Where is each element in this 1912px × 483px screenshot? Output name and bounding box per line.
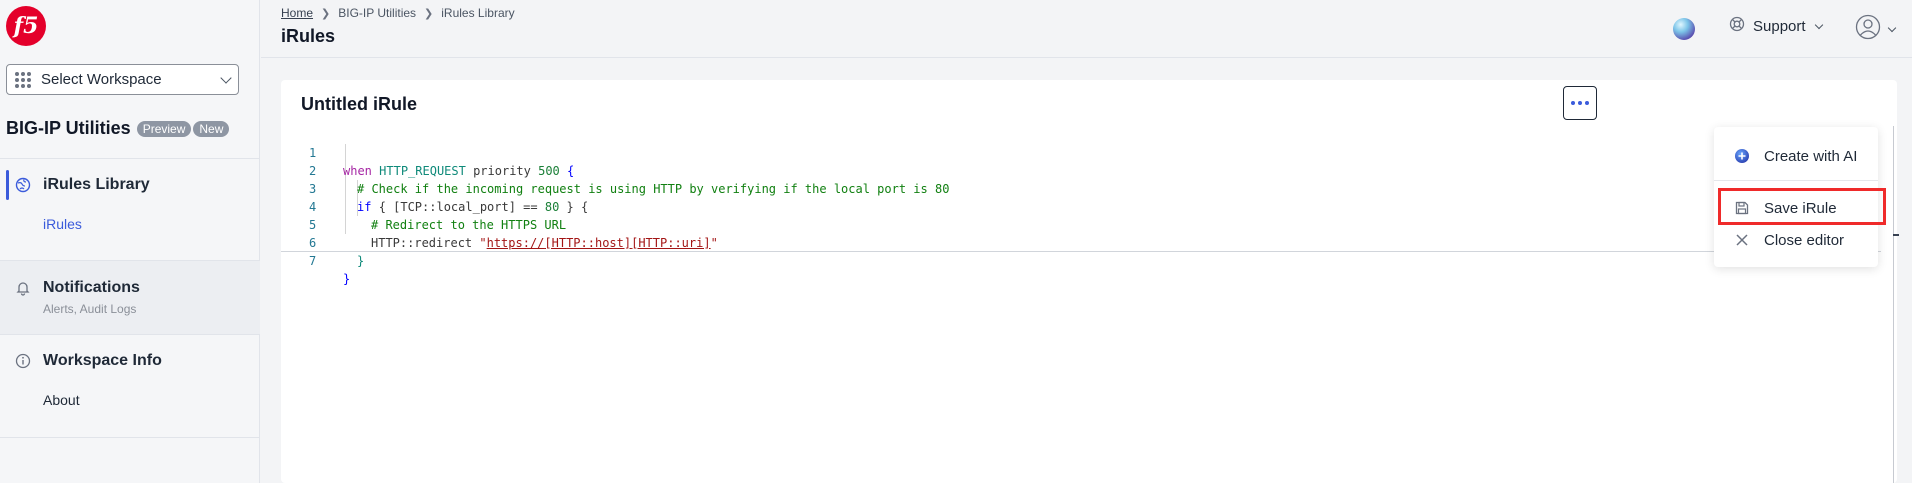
ai-assistant-orb-icon[interactable] (1673, 18, 1695, 40)
menu-item-label: Create with AI (1764, 147, 1858, 165)
menu-item-create-with-ai[interactable]: Create with AI (1714, 141, 1878, 171)
workspace-select-value: Select Workspace (41, 71, 162, 88)
sidebar-subitem-about[interactable]: About (43, 392, 80, 408)
chevron-right-icon: ❯ (321, 7, 331, 20)
ellipsis-dot (1571, 101, 1575, 105)
breadcrumb-item: iRules Library (441, 6, 515, 20)
more-actions-menu: Create with AI Save iRule Close editor (1714, 127, 1878, 267)
sidebar-divider (0, 158, 260, 159)
sidebar-subitem-irules[interactable]: iRules (43, 216, 82, 232)
sidebar-item-label: iRules Library (43, 176, 150, 193)
irule-title: Untitled iRule (301, 94, 417, 114)
notifications-description: Alerts, Audit Logs (43, 302, 137, 316)
code-token: } (343, 272, 351, 286)
user-avatar-icon (1855, 14, 1881, 45)
sidebar-item-workspace-info[interactable]: Workspace Info (15, 352, 162, 370)
preview-badge: Preview (136, 120, 192, 137)
ellipsis-dot (1578, 101, 1582, 105)
workspace-select[interactable]: Select Workspace (6, 64, 239, 95)
code-line: 5 HTTP::redirect "https://[HTTP::host][H… (281, 198, 1881, 250)
code-line: 1 when HTTP_REQUEST priority 500 { (281, 126, 1881, 178)
menu-item-save-irule[interactable]: Save iRule (1714, 193, 1878, 223)
new-badge: New (193, 120, 230, 137)
app-title-text: BIG-IP Utilities (6, 118, 131, 138)
page-title: iRules (281, 26, 336, 46)
line-number: 7 (309, 254, 317, 268)
sidebar-item-irules-library[interactable]: iRules Library (15, 176, 150, 194)
code-editor[interactable]: 1 when HTTP_REQUEST priority 500 { 2 # C… (281, 126, 1881, 286)
menu-item-close-editor[interactable]: Close editor (1714, 225, 1878, 255)
editor-scrollbar-track[interactable] (1893, 126, 1894, 483)
chevron-down-icon (1814, 20, 1823, 29)
breadcrumb-home[interactable]: Home (281, 6, 313, 20)
sidebar-item-label: Notifications (43, 279, 140, 296)
menu-item-label: Close editor (1764, 231, 1845, 249)
menu-divider (1714, 180, 1878, 181)
editor-scroll-marker (1893, 234, 1899, 236)
lifebuoy-icon (1729, 16, 1745, 37)
code-line: 3 if { [TCP::local_port] == 80 } { (281, 162, 1881, 214)
f5-logo[interactable]: f5 (6, 6, 46, 46)
grid-icon (15, 71, 31, 88)
top-header: Home ❯ BIG-IP Utilities ❯ iRules Library… (261, 0, 1912, 58)
notifications-section (0, 261, 260, 334)
code-line: 2 # Check if the incoming request is usi… (281, 144, 1881, 196)
sidebar-divider (0, 437, 260, 438)
support-label: Support (1753, 18, 1806, 35)
chevron-down-icon (220, 71, 232, 84)
breadcrumb-item: BIG-IP Utilities (338, 6, 417, 20)
user-menu-button[interactable] (1855, 14, 1897, 45)
code-token: } (357, 254, 365, 268)
sidebar: f5 Select Workspace BIG-IP Utilities Pre… (0, 0, 260, 483)
chevron-right-icon: ❯ (424, 7, 434, 20)
breadcrumb: Home ❯ BIG-IP Utilities ❯ iRules Library (281, 6, 515, 20)
close-icon (1734, 232, 1750, 248)
ai-plus-icon (1734, 148, 1750, 164)
active-indicator (6, 170, 9, 200)
save-icon (1734, 200, 1750, 216)
sidebar-item-label: Workspace Info (43, 352, 162, 369)
chevron-down-icon (1887, 23, 1897, 32)
menu-item-label: Save iRule (1764, 199, 1837, 217)
ellipsis-dot (1585, 101, 1589, 105)
code-line: 6 } (281, 216, 1881, 268)
code-line: 7 } (281, 234, 1881, 286)
line-content: } (343, 270, 350, 288)
sidebar-item-notifications[interactable]: Notifications (15, 279, 140, 297)
line-content: } (357, 252, 364, 270)
globe-icon (15, 177, 31, 193)
bell-icon (15, 280, 31, 296)
sidebar-divider (0, 334, 260, 335)
info-icon (15, 353, 31, 369)
app-title: BIG-IP Utilities Preview New (6, 118, 231, 139)
support-menu-button[interactable]: Support (1729, 16, 1823, 37)
code-line: 4 # Redirect to the HTTPS URL (281, 180, 1881, 232)
more-actions-button[interactable] (1563, 86, 1597, 120)
